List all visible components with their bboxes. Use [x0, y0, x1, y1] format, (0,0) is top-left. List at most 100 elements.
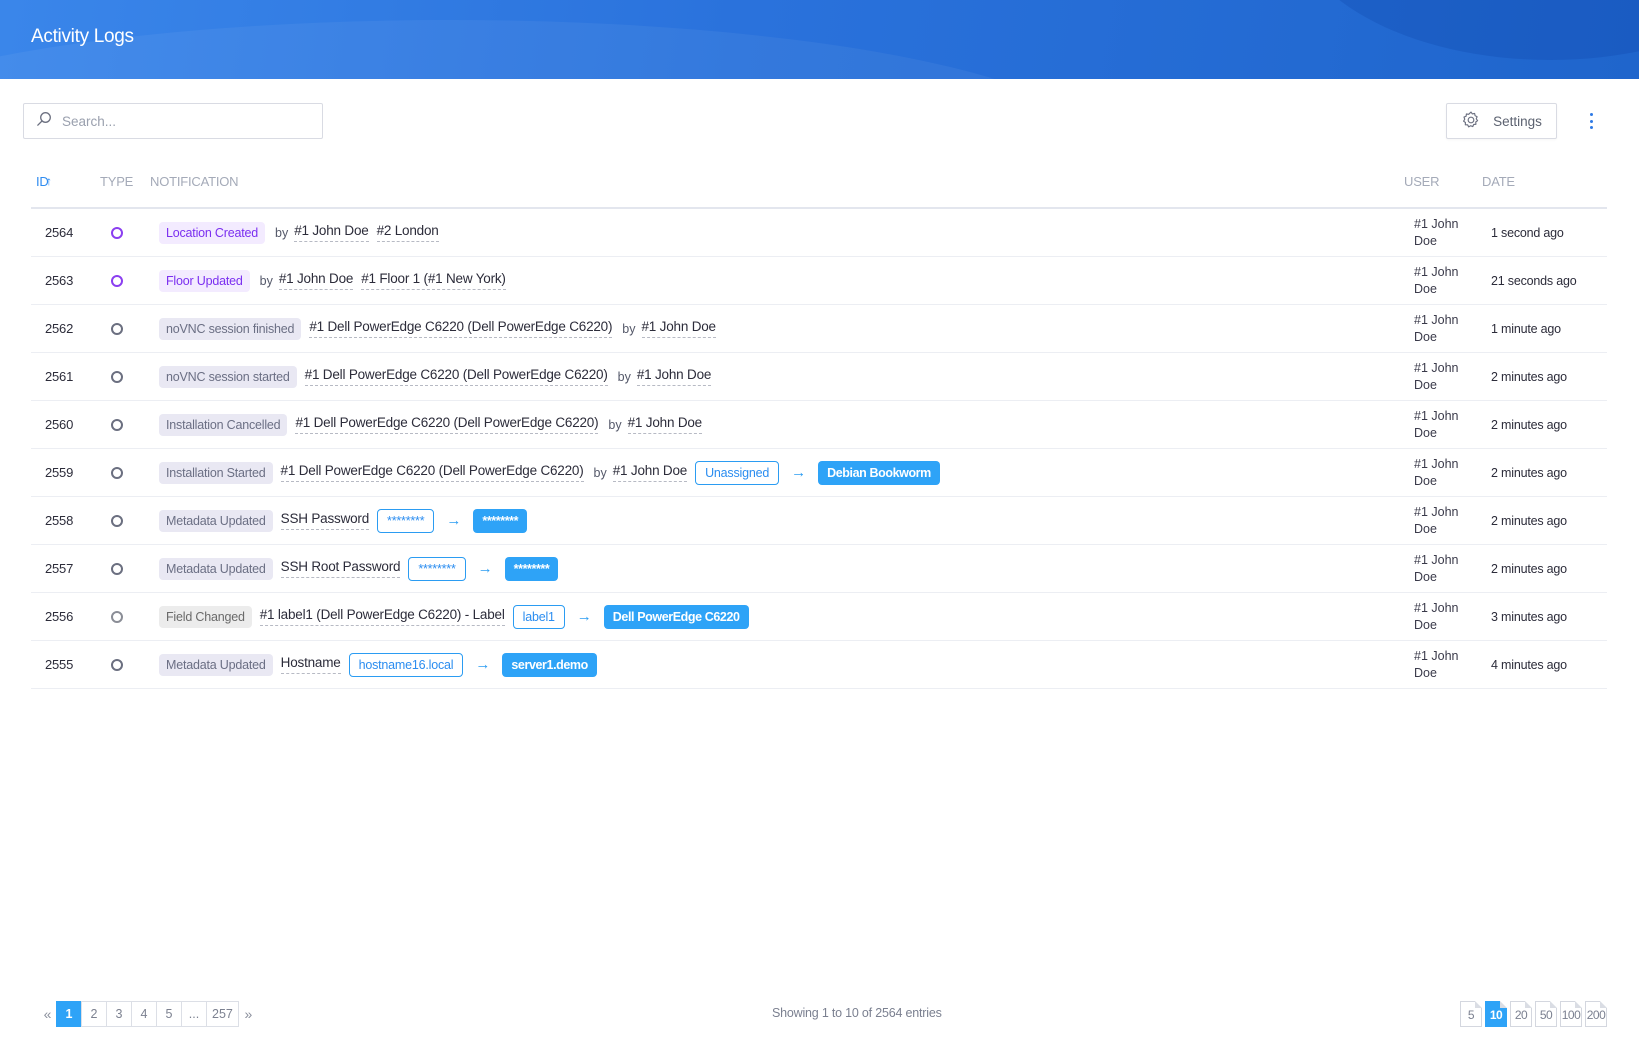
- page-button[interactable]: 2: [81, 1001, 107, 1027]
- previous-page-icon[interactable]: «: [38, 1006, 57, 1022]
- entity-link[interactable]: #1 John Doe: [294, 223, 369, 242]
- user-link[interactable]: #1 John Doe: [1414, 264, 1476, 298]
- event-type-tag: Metadata Updated: [159, 653, 273, 676]
- event-type-tag: Field Changed: [159, 605, 252, 628]
- table-row[interactable]: 2562 noVNC session finished #1 Dell PowerE…: [31, 305, 1607, 353]
- user-link[interactable]: #1 John Doe: [1414, 312, 1476, 346]
- entity-link[interactable]: SSH Root Password: [280, 559, 401, 578]
- user-link[interactable]: #1 John Doe: [1414, 216, 1476, 250]
- old-value-badge: Unassigned: [695, 460, 780, 485]
- user-link[interactable]: #1 John Doe: [1414, 504, 1476, 538]
- row-id: 2555: [45, 657, 74, 672]
- table-row[interactable]: 2560 Installation Cancelled #1 Dell PowerE…: [31, 401, 1607, 449]
- search-icon: [36, 111, 52, 132]
- table-row[interactable]: 2555 Metadata Updated Hostname hostname16.l…: [31, 641, 1607, 689]
- search-box[interactable]: [23, 103, 323, 139]
- entity-link[interactable]: #1 John Doe: [612, 463, 687, 482]
- by-label: by: [608, 417, 622, 432]
- old-value-badge: hostname16.local: [348, 652, 464, 677]
- entity-link[interactable]: #1 John Doe: [636, 367, 711, 386]
- type-circle-icon: [111, 658, 123, 671]
- arrow-right-icon: →: [576, 608, 592, 625]
- entity-link[interactable]: #1 Floor 1 (#1 New York): [361, 271, 506, 290]
- by-label: by: [275, 225, 289, 240]
- page-size-option[interactable]: 100: [1560, 1001, 1582, 1027]
- page-size-option[interactable]: 5: [1460, 1001, 1482, 1027]
- user-link[interactable]: #1 John Doe: [1414, 552, 1476, 586]
- gear-icon: [1461, 110, 1481, 133]
- user-link[interactable]: #1 John Doe: [1414, 360, 1476, 394]
- row-id: 2564: [45, 225, 74, 240]
- event-type-tag: noVNC session started: [159, 365, 297, 388]
- user-link[interactable]: #1 John Doe: [1414, 456, 1476, 490]
- entity-link[interactable]: #1 Dell PowerEdge C6220 (Dell PowerEdge …: [304, 367, 608, 386]
- entity-link[interactable]: #1 label1 (Dell PowerEdge C6220) - Label: [259, 607, 505, 626]
- old-value-badge: ********: [377, 508, 435, 533]
- page-title: Activity Logs: [31, 26, 134, 47]
- column-header-type[interactable]: TYPE: [100, 174, 133, 189]
- table-row[interactable]: 2556 Field Changed #1 label1 (Dell PowerEd…: [31, 593, 1607, 641]
- arrow-right-icon: →: [791, 464, 807, 481]
- row-id: 2558: [45, 513, 74, 528]
- sort-ascending-icon: ↑: [46, 174, 52, 188]
- search-input[interactable]: [62, 113, 302, 129]
- page-size-option[interactable]: 20: [1510, 1001, 1532, 1027]
- more-options-icon[interactable]: [1585, 110, 1597, 132]
- by-label: by: [259, 273, 273, 288]
- notification-cell: noVNC session finished #1 Dell PowerEdge …: [159, 317, 724, 340]
- page-button[interactable]: 1: [56, 1001, 82, 1027]
- notification-cell: Installation Cancelled #1 Dell PowerEdge …: [159, 413, 710, 436]
- next-page-icon[interactable]: »: [239, 1006, 258, 1022]
- type-circle-icon: [111, 226, 123, 239]
- row-date: 1 second ago: [1491, 225, 1564, 240]
- column-header-user[interactable]: USER: [1404, 174, 1440, 189]
- row-date: 2 minutes ago: [1491, 561, 1567, 576]
- table-header: ID ↑ TYPE NOTIFICATION USER DATE: [36, 174, 1515, 189]
- table-body: 2564 Location Created by #1 John Doe #2 Lond…: [31, 209, 1607, 689]
- notification-cell: Metadata Updated SSH Root Password *******…: [159, 556, 559, 581]
- entity-link[interactable]: #1 John Doe: [278, 271, 353, 290]
- column-header-notification[interactable]: NOTIFICATION: [150, 174, 239, 189]
- settings-button[interactable]: Settings: [1446, 103, 1557, 139]
- entity-link[interactable]: #1 John Doe: [641, 319, 716, 338]
- entity-link[interactable]: Hostname: [280, 655, 341, 674]
- page-size-option[interactable]: 50: [1535, 1001, 1557, 1027]
- row-id: 2561: [45, 369, 74, 384]
- row-date: 4 minutes ago: [1491, 657, 1567, 672]
- table-row[interactable]: 2561 noVNC session started #1 Dell PowerEd…: [31, 353, 1607, 401]
- user-link[interactable]: #1 John Doe: [1414, 408, 1476, 442]
- new-value-badge: server1.demo: [502, 652, 597, 677]
- table-row[interactable]: 2557 Metadata Updated SSH Root Password ***…: [31, 545, 1607, 593]
- new-value-badge: ********: [504, 556, 559, 581]
- notification-cell: Floor Updated by #1 John Doe #1 Floor 1 (#1…: [159, 269, 514, 292]
- row-id: 2559: [45, 465, 74, 480]
- column-header-date[interactable]: DATE: [1482, 174, 1515, 189]
- entity-link[interactable]: #1 Dell PowerEdge C6220 (Dell PowerEdge …: [280, 463, 584, 482]
- page-button[interactable]: 4: [131, 1001, 157, 1027]
- table-row[interactable]: 2564 Location Created by #1 John Doe #2 Lond…: [31, 209, 1607, 257]
- table-row[interactable]: 2563 Floor Updated by #1 John Doe #1 Floor 1…: [31, 257, 1607, 305]
- type-circle-icon: [111, 562, 123, 575]
- page-size-option[interactable]: 200: [1585, 1001, 1607, 1027]
- row-date: 2 minutes ago: [1491, 513, 1567, 528]
- type-circle-icon: [111, 418, 123, 431]
- table-row[interactable]: 2558 Metadata Updated SSH Password ********…: [31, 497, 1607, 545]
- entity-link[interactable]: SSH Password: [280, 511, 369, 530]
- page-button[interactable]: 3: [106, 1001, 132, 1027]
- entity-link[interactable]: #1 John Doe: [627, 415, 702, 434]
- row-id: 2556: [45, 609, 74, 624]
- entity-link[interactable]: #1 Dell PowerEdge C6220 (Dell PowerEdge …: [309, 319, 612, 338]
- old-value-badge: label1: [512, 604, 565, 629]
- arrow-right-icon: →: [475, 656, 491, 673]
- user-link[interactable]: #1 John Doe: [1414, 600, 1476, 634]
- page-size-option[interactable]: 10: [1485, 1001, 1507, 1027]
- page-button[interactable]: 5: [156, 1001, 182, 1027]
- entity-link[interactable]: #1 Dell PowerEdge C6220 (Dell PowerEdge …: [295, 415, 599, 434]
- page-button[interactable]: 257: [206, 1001, 239, 1027]
- type-circle-icon: [111, 610, 123, 623]
- by-label: by: [617, 369, 631, 384]
- entity-link[interactable]: #2 London: [376, 223, 439, 242]
- table-row[interactable]: 2559 Installation Started #1 Dell PowerEdg…: [31, 449, 1607, 497]
- new-value-badge: Dell PowerEdge C6220: [603, 604, 749, 629]
- user-link[interactable]: #1 John Doe: [1414, 648, 1476, 682]
